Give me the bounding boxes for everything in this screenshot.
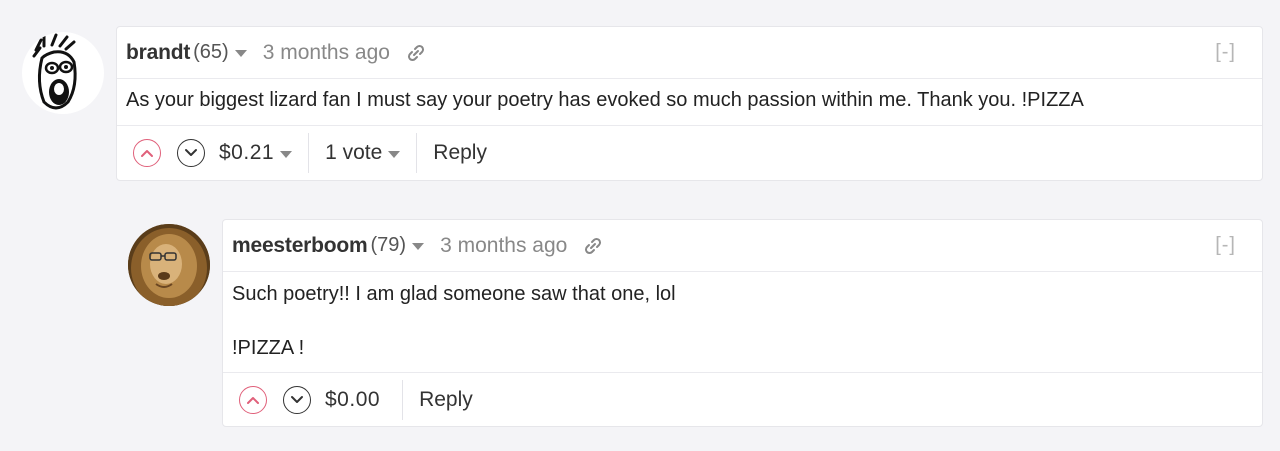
reply-button[interactable]: Reply (419, 388, 473, 412)
divider (416, 133, 418, 173)
comment-footer: $0.00 Reply (223, 372, 1262, 427)
timestamp[interactable]: 3 months ago (263, 41, 390, 65)
link-icon[interactable] (583, 236, 603, 256)
comment-card: brandt (65) 3 months ago [-] As your big… (116, 26, 1263, 181)
avatar[interactable] (22, 32, 104, 114)
comment-footer: $0.21 1 vote Reply (117, 125, 1262, 180)
author-name[interactable]: meesterboom (232, 234, 368, 258)
author-name[interactable]: brandt (126, 41, 190, 65)
payout-value[interactable]: $0.00 (325, 388, 380, 412)
comment-body-line: !PIZZA ! (232, 337, 305, 359)
comment-header: meesterboom (79) 3 months ago (223, 220, 1262, 272)
chevron-up-icon (141, 150, 153, 157)
downvote-button[interactable] (283, 386, 311, 414)
reply-button[interactable]: Reply (433, 141, 487, 165)
comment-header: brandt (65) 3 months ago (117, 27, 1262, 79)
vote-count[interactable]: 1 vote (325, 141, 382, 165)
comment-body-line: Such poetry!! I am glad someone saw that… (232, 283, 676, 305)
caret-down-icon[interactable] (388, 150, 401, 158)
chevron-up-icon (247, 397, 259, 404)
link-icon[interactable] (406, 43, 426, 63)
upvote-button[interactable] (133, 139, 161, 167)
caret-down-icon[interactable] (234, 50, 247, 57)
comment-body: As your biggest lizard fan I must say yo… (126, 89, 1084, 111)
caret-down-icon[interactable] (412, 243, 425, 250)
caret-down-icon[interactable] (280, 150, 293, 158)
author-reputation: (79) (370, 234, 407, 256)
chevron-down-icon (185, 149, 197, 156)
payout-value[interactable]: $0.21 (219, 141, 274, 165)
divider (308, 133, 310, 173)
collapse-toggle[interactable]: [-] (1215, 234, 1236, 257)
divider (402, 380, 404, 420)
avatar[interactable] (128, 224, 210, 306)
upvote-button[interactable] (239, 386, 267, 414)
timestamp[interactable]: 3 months ago (440, 234, 567, 258)
comment-card: meesterboom (79) 3 months ago [-] Such p… (222, 219, 1263, 427)
collapse-toggle[interactable]: [-] (1215, 41, 1236, 64)
author-reputation: (65) (193, 41, 229, 63)
downvote-button[interactable] (177, 139, 205, 167)
chevron-down-icon (291, 396, 303, 403)
